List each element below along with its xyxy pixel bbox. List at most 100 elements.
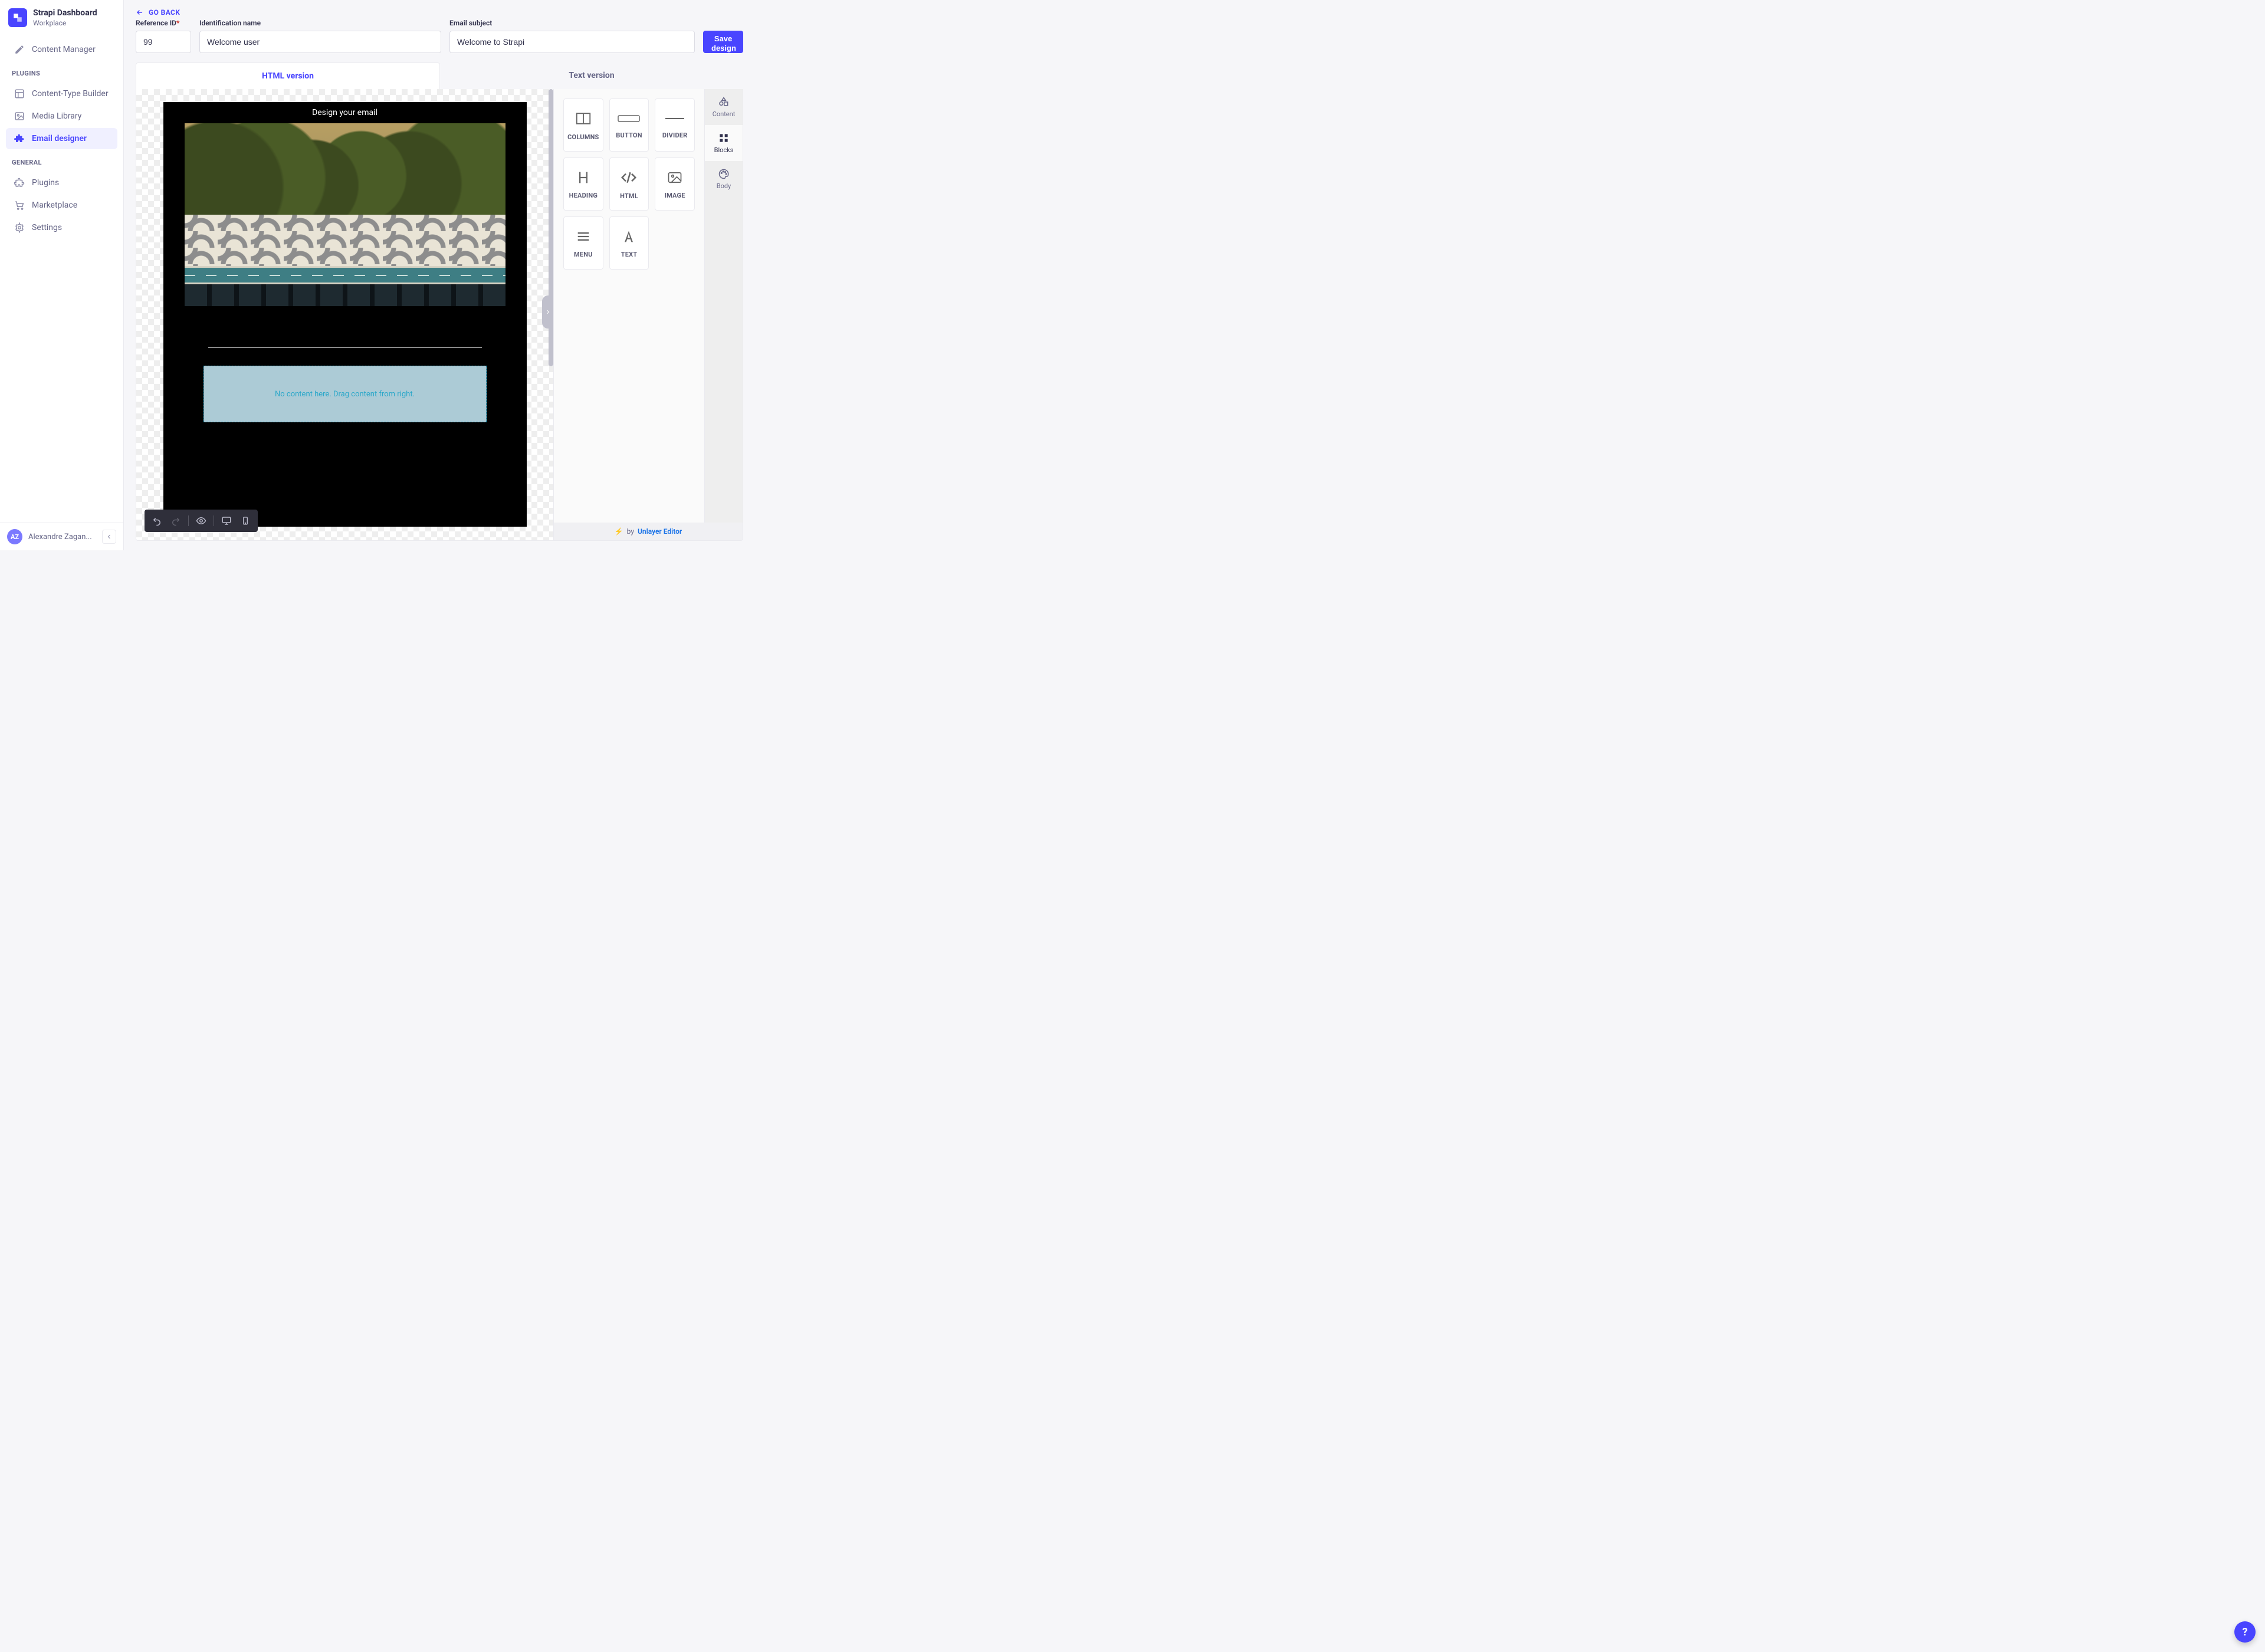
field-email-subject: Email subject (449, 19, 695, 53)
button-icon (617, 111, 641, 126)
sidebar-item-email-designer[interactable]: Email designer (6, 128, 117, 149)
puzzle-outline-icon (14, 178, 25, 188)
sidebar-item-label: Media Library (32, 111, 81, 121)
image-icon (667, 169, 683, 186)
sidetab-label: Content (713, 110, 736, 118)
save-design-button[interactable]: Save design (703, 31, 743, 53)
sidetab-body[interactable]: Body (705, 161, 743, 197)
sidebar-item-plugins[interactable]: Plugins (6, 172, 117, 193)
editor: Design your email No content here. Drag … (136, 89, 743, 541)
canvas-toolbar (145, 510, 258, 532)
field-reference-id: Reference ID* (136, 19, 191, 53)
sidetab-blocks[interactable]: Blocks (705, 125, 743, 161)
tool-heading[interactable]: HEADING (563, 157, 603, 211)
go-back-label: GO BACK (149, 8, 180, 17)
unlayer-by: by (627, 527, 634, 536)
form-row: Reference ID* Identification name Email … (136, 19, 743, 53)
panel-collapse-handle[interactable] (542, 295, 554, 329)
sidebar: Strapi Dashboard Workplace Content Manag… (0, 0, 124, 550)
image-icon (14, 111, 25, 121)
sidebar-item-settings[interactable]: Settings (6, 217, 117, 238)
sidebar-item-content-type-builder[interactable]: Content-Type Builder (6, 83, 117, 104)
unlayer-credit: ⚡ by Unlayer Editor (554, 523, 743, 540)
pencil-icon (14, 44, 25, 55)
canvas-title: Design your email (163, 102, 527, 123)
desktop-view-button[interactable] (219, 513, 234, 528)
puzzle-icon (14, 133, 25, 144)
email-canvas[interactable]: Design your email No content here. Drag … (163, 102, 527, 527)
go-back-link[interactable]: GO BACK (136, 8, 743, 17)
side-tabs: Content Blocks Body (705, 89, 743, 540)
canvas-divider[interactable] (208, 347, 482, 348)
tool-menu[interactable]: MENU (563, 216, 603, 270)
user-name: Alexandre Zagan... (28, 533, 96, 541)
unlayer-link[interactable]: Unlayer Editor (638, 527, 682, 536)
tool-label: BUTTON (613, 132, 644, 139)
help-fab[interactable]: ? (2234, 1621, 2256, 1643)
cart-icon (14, 200, 25, 211)
canvas-wrap: Design your email No content here. Drag … (136, 89, 554, 540)
sidebar-footer: AZ Alexandre Zagan... (0, 523, 123, 550)
sidebar-item-label: Content Manager (32, 45, 96, 54)
app-subtitle: Workplace (33, 19, 97, 27)
sidebar-item-media-library[interactable]: Media Library (6, 106, 117, 127)
toolbar-separator (188, 515, 189, 526)
undo-button[interactable] (149, 513, 165, 528)
topbar: GO BACK Reference ID* Identification nam… (124, 0, 755, 53)
tool-columns[interactable]: COLUMNS (563, 98, 603, 152)
tools-grid: COLUMNS BUTTON DIVIDER HEADING HTML (554, 89, 705, 540)
tool-html[interactable]: HTML (609, 157, 649, 211)
reference-id-label: Reference ID* (136, 19, 191, 27)
collapse-sidebar-button[interactable] (102, 530, 116, 544)
sidebar-section-general: GENERAL (0, 150, 123, 171)
mobile-icon (241, 516, 250, 526)
dropzone-label: No content here. Drag content from right… (275, 390, 415, 399)
eye-icon (196, 515, 206, 526)
shapes-icon (718, 96, 730, 108)
chevron-left-icon (106, 533, 113, 540)
sidebar-header: Strapi Dashboard Workplace (0, 0, 123, 34)
version-tabs: HTML version Text version (124, 63, 755, 89)
mobile-view-button[interactable] (238, 513, 253, 528)
code-icon (620, 169, 638, 186)
tool-label: HEADING (567, 192, 600, 199)
tool-divider[interactable]: DIVIDER (655, 98, 695, 152)
canvas-hero-image[interactable] (185, 123, 505, 306)
sidebar-item-content-manager[interactable]: Content Manager (6, 39, 117, 60)
field-identification-name: Identification name (199, 19, 441, 53)
text-icon (621, 228, 637, 245)
sidebar-item-label: Email designer (32, 134, 87, 143)
arrow-left-icon (136, 8, 144, 17)
tool-label: MENU (572, 251, 595, 258)
sidebar-item-label: Settings (32, 223, 62, 232)
bolt-icon: ⚡ (615, 527, 623, 536)
tool-label: COLUMNS (565, 133, 601, 141)
sidebar-item-marketplace[interactable]: Marketplace (6, 195, 117, 216)
tool-image[interactable]: IMAGE (655, 157, 695, 211)
sidebar-body: Content Manager PLUGINS Content-Type Bui… (0, 34, 123, 523)
sidetab-content[interactable]: Content (705, 89, 743, 125)
redo-button[interactable] (168, 513, 183, 528)
preview-button[interactable] (193, 513, 209, 528)
avatar[interactable]: AZ (7, 529, 22, 544)
main: GO BACK Reference ID* Identification nam… (124, 0, 755, 550)
sidetab-label: Blocks (714, 146, 734, 154)
sidebar-section-plugins: PLUGINS (0, 61, 123, 82)
identification-name-label: Identification name (199, 19, 441, 27)
redo-icon (170, 515, 181, 526)
tab-text-version[interactable]: Text version (440, 63, 743, 89)
reference-id-input[interactable] (136, 31, 191, 53)
tool-text[interactable]: TEXT (609, 216, 649, 270)
sidetab-label: Body (717, 182, 731, 190)
email-subject-label: Email subject (449, 19, 695, 27)
canvas-dropzone[interactable]: No content here. Drag content from right… (203, 366, 487, 422)
sidebar-item-label: Content-Type Builder (32, 89, 109, 98)
heading-icon (575, 169, 592, 186)
tool-button[interactable]: BUTTON (609, 98, 649, 152)
undo-icon (152, 515, 162, 526)
palette-icon (718, 168, 730, 180)
email-subject-input[interactable] (449, 31, 695, 53)
sidebar-item-label: Plugins (32, 178, 59, 188)
identification-name-input[interactable] (199, 31, 441, 53)
tab-html-version[interactable]: HTML version (136, 63, 440, 89)
